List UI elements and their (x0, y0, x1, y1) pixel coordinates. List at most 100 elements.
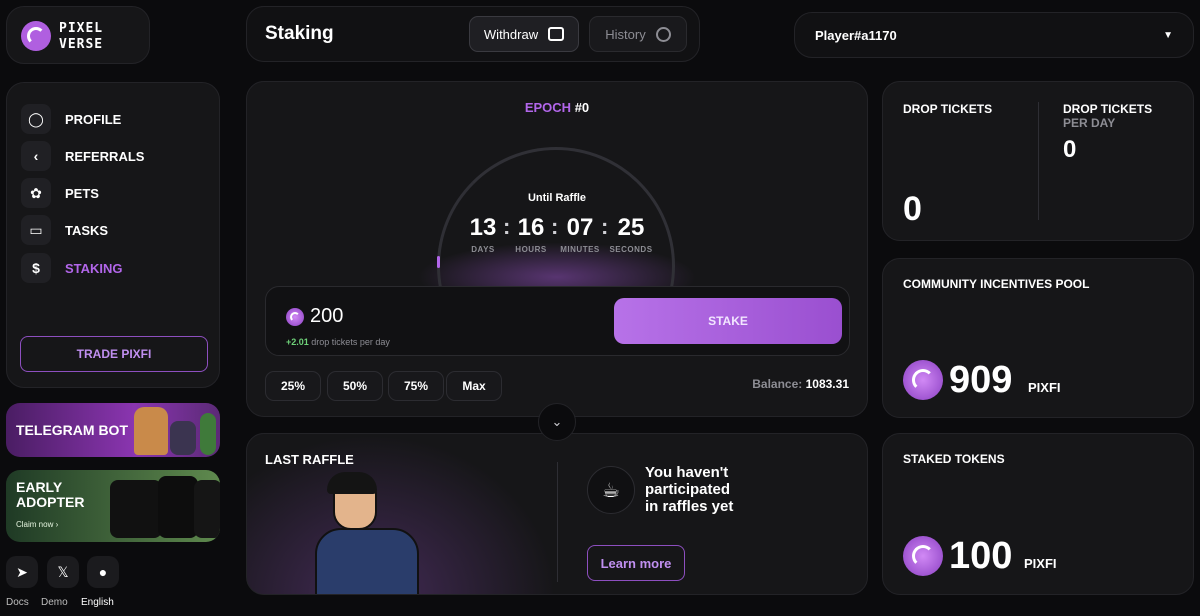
sidebar-item-label: REFERRALS (65, 148, 145, 164)
share-icon: ‹ (21, 141, 51, 171)
balance-value: 1083.31 (805, 377, 849, 391)
timer-seconds-label: SECONDS (609, 245, 653, 254)
silhouette-card-icon (110, 480, 162, 538)
per-day-label: PER DAY (1063, 116, 1116, 130)
timer-minutes: 07 (566, 214, 594, 241)
history-label: History (605, 26, 646, 42)
sidebar-item-staking[interactable]: $ STAKING (21, 252, 211, 284)
community-pool-value: 909 (949, 359, 1013, 401)
pixfi-coin-icon (903, 360, 943, 400)
language-selector[interactable]: English (81, 597, 114, 608)
cat-character-icon (170, 421, 196, 455)
timer-days: 13 (469, 214, 497, 241)
cactus-icon (200, 413, 216, 455)
username: Player#a1170 (815, 27, 897, 43)
stake-amount-input[interactable]: 200 (310, 305, 343, 328)
staked-tokens-panel: STAKED TOKENS 100 PIXFI (882, 433, 1194, 595)
until-raffle-label: Until Raffle (527, 192, 587, 204)
timer-colon: : (601, 214, 609, 239)
confused-character-icon (315, 472, 423, 594)
timer-seconds: 25 (617, 214, 645, 241)
sidebar-item-label: TASKS (65, 222, 109, 238)
user-icon: ◯ (21, 104, 51, 134)
rate-text: drop tickets per day (311, 337, 390, 347)
no-raffles-line1: You haven't (645, 464, 729, 481)
last-raffle-panel: LAST RAFFLE ☕ You haven't participated i… (246, 433, 868, 595)
user-dropdown[interactable]: Player#a1170 ▼ (794, 12, 1194, 58)
clock-icon (655, 26, 671, 42)
drop-tickets-value: 0 (903, 190, 922, 228)
pct-50-button[interactable]: 50% (327, 371, 383, 401)
sidebar-item-pets[interactable]: ✿ PETS (21, 177, 211, 209)
drop-tickets-label: DROP TICKETS (903, 102, 993, 116)
telegram-icon[interactable]: ➤ (6, 556, 38, 588)
staked-tokens-label: STAKED TOKENS (903, 452, 1005, 466)
sidebar-item-profile[interactable]: ◯ PROFILE (21, 103, 211, 135)
divider (1038, 102, 1039, 220)
clipboard-icon: ▭ (21, 215, 51, 245)
epoch-text: EPOCH (524, 100, 572, 115)
early-adopter-title: EARLY ADOPTER (16, 480, 84, 510)
silhouette-card-icon (158, 476, 198, 538)
staked-tokens-value: 100 (949, 535, 1013, 577)
pixfi-coin-icon (286, 308, 304, 326)
coffee-cup-icon: ☕ (587, 466, 635, 514)
timer-hours: 16 (517, 214, 545, 241)
demo-link[interactable]: Demo (41, 597, 68, 608)
trade-pixfi-button[interactable]: TRADE PIXFI (20, 336, 208, 372)
pct-25-button[interactable]: 25% (265, 371, 321, 401)
sidebar-item-referrals[interactable]: ‹ REFERRALS (21, 140, 211, 172)
rate-value: +2.01 (286, 337, 309, 347)
history-button[interactable]: History (589, 16, 687, 52)
claim-now-link[interactable]: Claim now › (16, 520, 58, 529)
sidebar-item-label: STAKING (65, 260, 123, 276)
sidebar-item-tasks[interactable]: ▭ TASKS (21, 214, 211, 246)
divider (557, 462, 558, 582)
page-header: Staking Withdraw History (246, 6, 700, 62)
withdraw-button[interactable]: Withdraw (469, 16, 579, 52)
claim-now-label: Claim now (16, 520, 54, 529)
community-pool-unit: PIXFI (1028, 380, 1061, 395)
pixfi-coin-icon (903, 536, 943, 576)
stake-button[interactable]: STAKE (614, 298, 842, 344)
withdraw-label: Withdraw (483, 26, 539, 42)
brand-line2: VERSE (59, 37, 104, 52)
discord-icon[interactable]: ● (87, 556, 119, 588)
chevron-double-down-icon[interactable]: ⌄ (538, 403, 576, 441)
wallet-icon (548, 27, 565, 41)
brand-line1: PIXEL (59, 21, 104, 36)
epoch-number: #0 (574, 100, 590, 115)
drop-tickets-per-day-label: DROP TICKETS (1063, 102, 1153, 116)
timer-arc-indicator (437, 256, 440, 268)
page-title: Staking (265, 23, 334, 44)
max-button[interactable]: Max (446, 371, 502, 401)
pct-75-button[interactable]: 75% (388, 371, 444, 401)
brand-name: PIXEL VERSE (59, 22, 103, 51)
telegram-bot-banner[interactable]: TELEGRAM BOT (6, 403, 220, 457)
epoch-label: EPOCH #0 (247, 100, 867, 115)
fox-character-icon (134, 407, 168, 455)
docs-link[interactable]: Docs (6, 597, 29, 608)
learn-more-button[interactable]: Learn more (587, 545, 685, 581)
community-pool-label: COMMUNITY INCENTIVES POOL (903, 277, 1090, 291)
early-adopter-banner[interactable]: EARLY ADOPTER Claim now › (6, 470, 220, 542)
logo-card[interactable]: PIXEL VERSE (6, 6, 150, 64)
drop-tickets-per-day-value: 0 (1063, 136, 1077, 163)
drop-tickets-rate: +2.01 drop tickets per day (286, 337, 390, 347)
no-raffles-line2: participated (645, 481, 731, 498)
no-raffles-message: You haven't participated in raffles yet (645, 464, 733, 515)
early-adopter-line2: ADOPTER (16, 494, 85, 510)
paw-icon: ✿ (21, 178, 51, 208)
silhouette-card-icon (194, 480, 220, 538)
sidebar-item-label: PETS (65, 185, 99, 201)
sidebar-nav: ◯ PROFILE ‹ REFERRALS ✿ PETS ▭ TASKS $ S… (6, 82, 220, 388)
stake-amount-box: 200 +2.01 drop tickets per day STAKE (265, 286, 850, 356)
staking-panel: EPOCH #0 Until Raffle 13 : 16 : 07 : 25 … (246, 81, 868, 417)
last-raffle-title: LAST RAFFLE (265, 452, 354, 467)
x-icon[interactable]: 𝕏 (47, 556, 79, 588)
coin-icon: $ (21, 253, 51, 283)
drop-tickets-panel: DROP TICKETS 0 DROP TICKETS PER DAY 0 (882, 81, 1194, 241)
logo-icon (21, 21, 51, 51)
community-pool-panel: COMMUNITY INCENTIVES POOL 909 PIXFI (882, 258, 1194, 418)
sidebar-item-label: PROFILE (65, 111, 122, 127)
